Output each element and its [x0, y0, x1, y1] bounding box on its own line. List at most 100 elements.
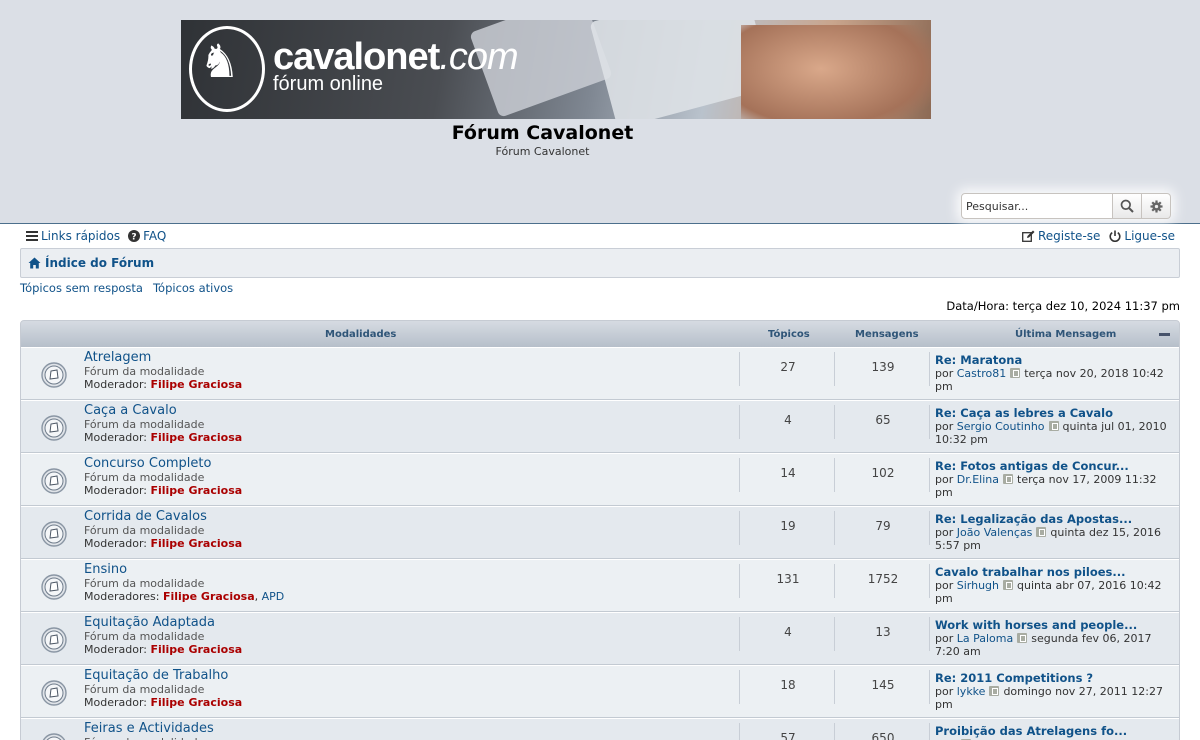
unanswered-topics-link[interactable]: Tópicos sem resposta	[20, 281, 143, 295]
search-icon	[1120, 199, 1134, 213]
forum-moderators: Moderador: Filipe Graciosa	[84, 696, 242, 709]
last-post-title-link[interactable]: Re: Legalização das Apostas...	[935, 513, 1177, 526]
forum-description: Fórum da modalidade	[84, 630, 205, 643]
faq-label: FAQ	[143, 229, 167, 243]
view-latest-post-icon[interactable]	[1003, 474, 1014, 484]
site-title: Fórum Cavalonet	[451, 122, 634, 144]
login-link[interactable]: Ligue-se	[1109, 229, 1175, 243]
last-post-author-link[interactable]: João Valenças	[957, 526, 1033, 539]
site-logo-banner[interactable]: ♞ cavalonet.com fórum online	[181, 20, 931, 119]
forum-title-link[interactable]: Ensino	[84, 562, 127, 577]
forum-moderators: Moderador: Filipe Graciosa	[84, 643, 242, 656]
moderator-link[interactable]: Filipe Graciosa	[163, 590, 255, 603]
last-post-title-link[interactable]: Re: 2011 Competitions ?	[935, 672, 1177, 685]
moderator-link[interactable]: Filipe Graciosa	[150, 537, 242, 550]
forum-title-link[interactable]: Equitação Adaptada	[84, 615, 215, 630]
last-post-title-link[interactable]: Work with horses and people...	[935, 619, 1177, 632]
last-post-author-link[interactable]: Sergio Coutinho	[957, 420, 1045, 433]
last-post-author-link[interactable]: lykke	[957, 685, 986, 698]
last-post-title-link[interactable]: Proibição das Atrelagens fo...	[935, 725, 1177, 738]
last-post-author-link[interactable]: La Paloma	[957, 632, 1014, 645]
last-post-author-link[interactable]: Sirhugh	[957, 579, 999, 592]
column-divider	[739, 352, 740, 386]
forum-read-icon	[41, 415, 67, 441]
forum-title-link[interactable]: Caça a Cavalo	[84, 403, 177, 418]
breadcrumb-label: Índice do Fórum	[45, 256, 155, 270]
register-label: Registe-se	[1037, 229, 1101, 243]
forum-topic-count: 4	[784, 625, 792, 639]
register-link[interactable]: Registe-se	[1022, 229, 1100, 243]
last-post-author-link[interactable]: Castro81	[957, 367, 1006, 380]
view-latest-post-icon[interactable]	[1048, 421, 1059, 431]
power-icon	[1109, 230, 1121, 242]
view-latest-post-icon[interactable]	[1017, 633, 1028, 643]
forum-description: Fórum da modalidade	[84, 471, 205, 484]
view-latest-post-icon[interactable]	[1010, 368, 1021, 378]
forum-row: Concurso Completo Fórum da modalidade Mo…	[21, 453, 1179, 506]
search-box	[961, 193, 1171, 219]
forum-moderators: Moderador: Filipe Graciosa	[84, 378, 242, 391]
forum-row: Caça a Cavalo Fórum da modalidade Modera…	[21, 400, 1179, 453]
forum-title-link[interactable]: Corrida de Cavalos	[84, 509, 207, 524]
view-latest-post-icon[interactable]	[1003, 580, 1014, 590]
forum-post-count: 650	[871, 731, 895, 740]
hamburger-icon	[26, 231, 38, 241]
active-topics-link[interactable]: Tópicos ativos	[153, 281, 233, 295]
breadcrumb-forum-index[interactable]: Índice do Fórum	[28, 256, 154, 270]
forum-list: Atrelagem Fórum da modalidade Moderador:…	[21, 347, 1179, 740]
last-post-author-link[interactable]: Dr.Elina	[957, 473, 999, 486]
forum-last-post: Re: Legalização das Apostas... por João …	[935, 513, 1177, 553]
current-datetime: Data/Hora: terça dez 10, 2024 11:37 pm	[946, 299, 1180, 313]
view-latest-post-icon[interactable]	[989, 686, 1000, 696]
forum-read-icon	[41, 362, 67, 388]
header-forum-link[interactable]: Modalidades	[325, 329, 396, 340]
moderator-link[interactable]: APD	[262, 590, 285, 603]
forum-description: Fórum da modalidade	[84, 683, 205, 696]
search-button[interactable]	[1113, 193, 1142, 219]
advanced-search-button[interactable]	[1142, 193, 1171, 219]
moderator-link[interactable]: Filipe Graciosa	[150, 696, 242, 709]
moderator-label: Moderador:	[84, 431, 147, 444]
forum-topic-count: 19	[780, 519, 796, 533]
login-label: Ligue-se	[1124, 229, 1175, 243]
moderator-label: Moderador:	[84, 484, 147, 497]
last-post-title-link[interactable]: Re: Fotos antigas de Concur...	[935, 460, 1177, 473]
search-input[interactable]	[961, 193, 1113, 219]
forum-last-post: Re: Fotos antigas de Concur... por Dr.El…	[935, 460, 1177, 500]
collapse-category-button[interactable]	[1159, 333, 1170, 336]
column-divider	[739, 458, 740, 492]
forum-read-icon	[41, 627, 67, 653]
forum-last-post: Re: 2011 Competitions ? por lykke domingo…	[935, 672, 1177, 712]
moderator-link[interactable]: Filipe Graciosa	[150, 643, 242, 656]
forum-title-link[interactable]: Atrelagem	[84, 350, 151, 365]
column-divider	[739, 723, 740, 740]
forum-post-count: 79	[875, 519, 891, 533]
last-post-title-link[interactable]: Re: Caça as lebres a Cavalo	[935, 407, 1177, 420]
forum-last-post: Cavalo trabalhar nos piloes... por Sirhu…	[935, 566, 1177, 606]
forum-title-link[interactable]: Equitação de Trabalho	[84, 668, 228, 683]
header-last-post: Última Mensagem	[1015, 329, 1117, 340]
forum-title-link[interactable]: Concurso Completo	[84, 456, 211, 471]
last-post-title-link[interactable]: Re: Maratona	[935, 354, 1177, 367]
last-post-by-label: por	[935, 632, 954, 645]
header-topics: Tópicos	[768, 329, 810, 340]
moderator-link[interactable]: Filipe Graciosa	[150, 378, 242, 391]
last-post-title-link[interactable]: Cavalo trabalhar nos piloes...	[935, 566, 1177, 579]
forum-post-count: 13	[875, 625, 891, 639]
forum-post-count: 145	[871, 678, 895, 692]
forum-row: Equitação de Trabalho Fórum da modalidad…	[21, 665, 1179, 718]
column-divider	[739, 564, 740, 598]
forum-description: Fórum da modalidade	[84, 577, 205, 590]
moderator-link[interactable]: Filipe Graciosa	[150, 484, 242, 497]
quick-links-menu[interactable]: Links rápidos	[26, 229, 120, 243]
faq-link[interactable]: ? FAQ	[128, 229, 166, 243]
forum-topic-count: 18	[780, 678, 796, 692]
question-circle-icon: ?	[128, 230, 141, 243]
forum-title-link[interactable]: Feiras e Actividades	[84, 721, 214, 736]
moderator-link[interactable]: Filipe Graciosa	[150, 431, 242, 444]
view-latest-post-icon[interactable]	[1036, 527, 1047, 537]
svg-text:?: ?	[131, 233, 136, 243]
brand-subtitle: fórum online	[273, 73, 384, 95]
forum-read-icon	[41, 521, 67, 547]
forum-read-icon	[41, 680, 67, 706]
